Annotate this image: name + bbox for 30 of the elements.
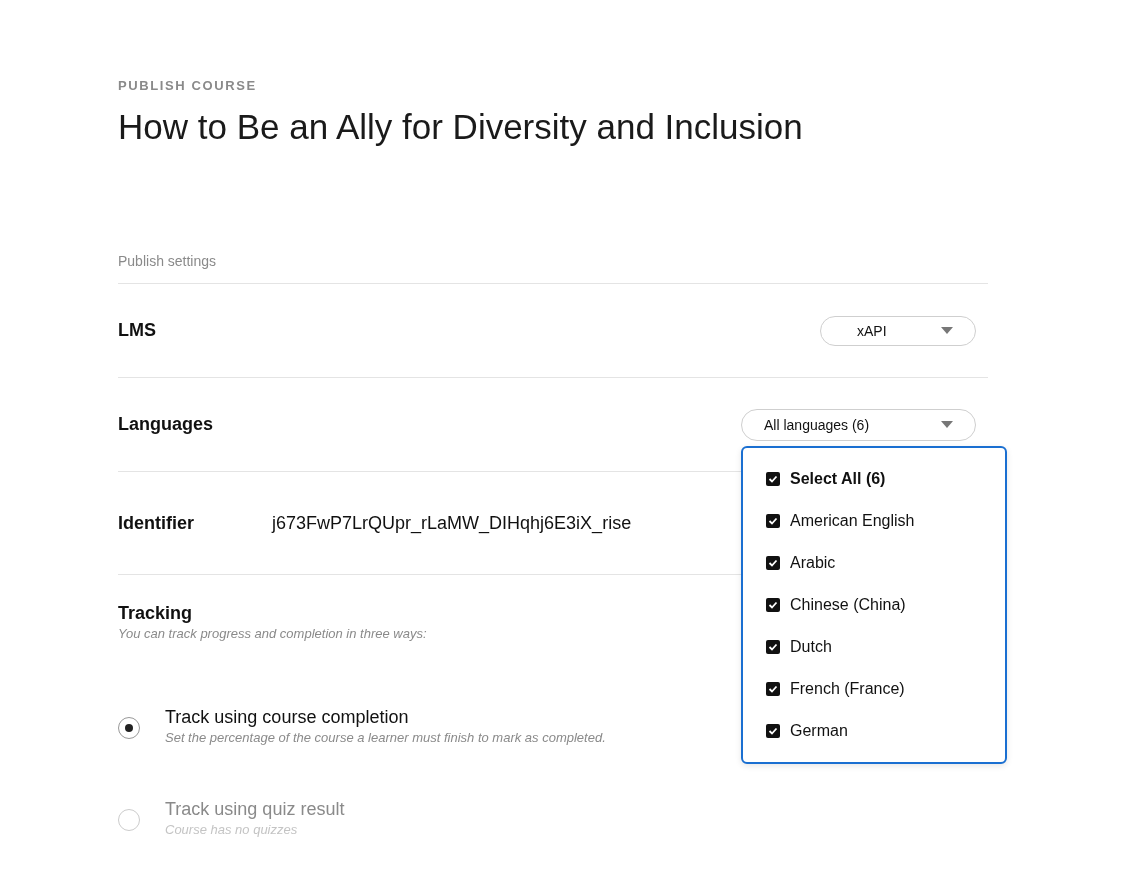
checkbox[interactable] bbox=[766, 555, 780, 570]
languages-dropdown[interactable]: All languages (6) bbox=[741, 408, 976, 441]
select-all-option[interactable]: Select All (6) bbox=[790, 469, 886, 488]
option-label[interactable]: Track using course completion bbox=[165, 705, 606, 729]
checkbox[interactable] bbox=[766, 639, 780, 654]
tracking-title: Tracking bbox=[118, 602, 193, 625]
section-label: Publish settings bbox=[118, 252, 988, 284]
checkbox[interactable] bbox=[766, 723, 780, 738]
language-option[interactable]: Chinese (China) bbox=[790, 595, 906, 614]
language-option[interactable]: Dutch bbox=[790, 637, 832, 656]
page-eyebrow: PUBLISH COURSE bbox=[118, 78, 258, 94]
option-description: Set the percentage of the course a learner must finish to mark as completed. bbox=[165, 729, 606, 747]
language-option[interactable]: French (France) bbox=[790, 679, 905, 698]
checkbox[interactable] bbox=[766, 513, 780, 528]
checkbox[interactable] bbox=[766, 597, 780, 612]
languages-label: Languages bbox=[118, 414, 214, 435]
caret-icon bbox=[941, 421, 953, 428]
caret-icon bbox=[941, 327, 953, 334]
checkbox[interactable] bbox=[766, 471, 780, 486]
lms-label: LMS bbox=[118, 320, 156, 341]
option-description: Course has no quizzes bbox=[165, 821, 299, 839]
lms-dropdown[interactable]: xAPI bbox=[820, 315, 976, 346]
language-option[interactable]: American English bbox=[790, 511, 915, 530]
identifier-value: j673FwP7LrQUpr_rLaMW_DIHqhj6E3iX_rise bbox=[272, 512, 632, 534]
checkbox[interactable] bbox=[766, 681, 780, 696]
identifier-label: Identifier bbox=[118, 512, 195, 534]
language-option[interactable]: Arabic bbox=[790, 553, 836, 572]
course-title: How to Be an Ally for Diversity and Inclusion bbox=[118, 106, 804, 148]
language-option[interactable]: German bbox=[790, 721, 848, 740]
tracking-subtitle: You can track progress and completion in three ways: bbox=[118, 625, 427, 643]
